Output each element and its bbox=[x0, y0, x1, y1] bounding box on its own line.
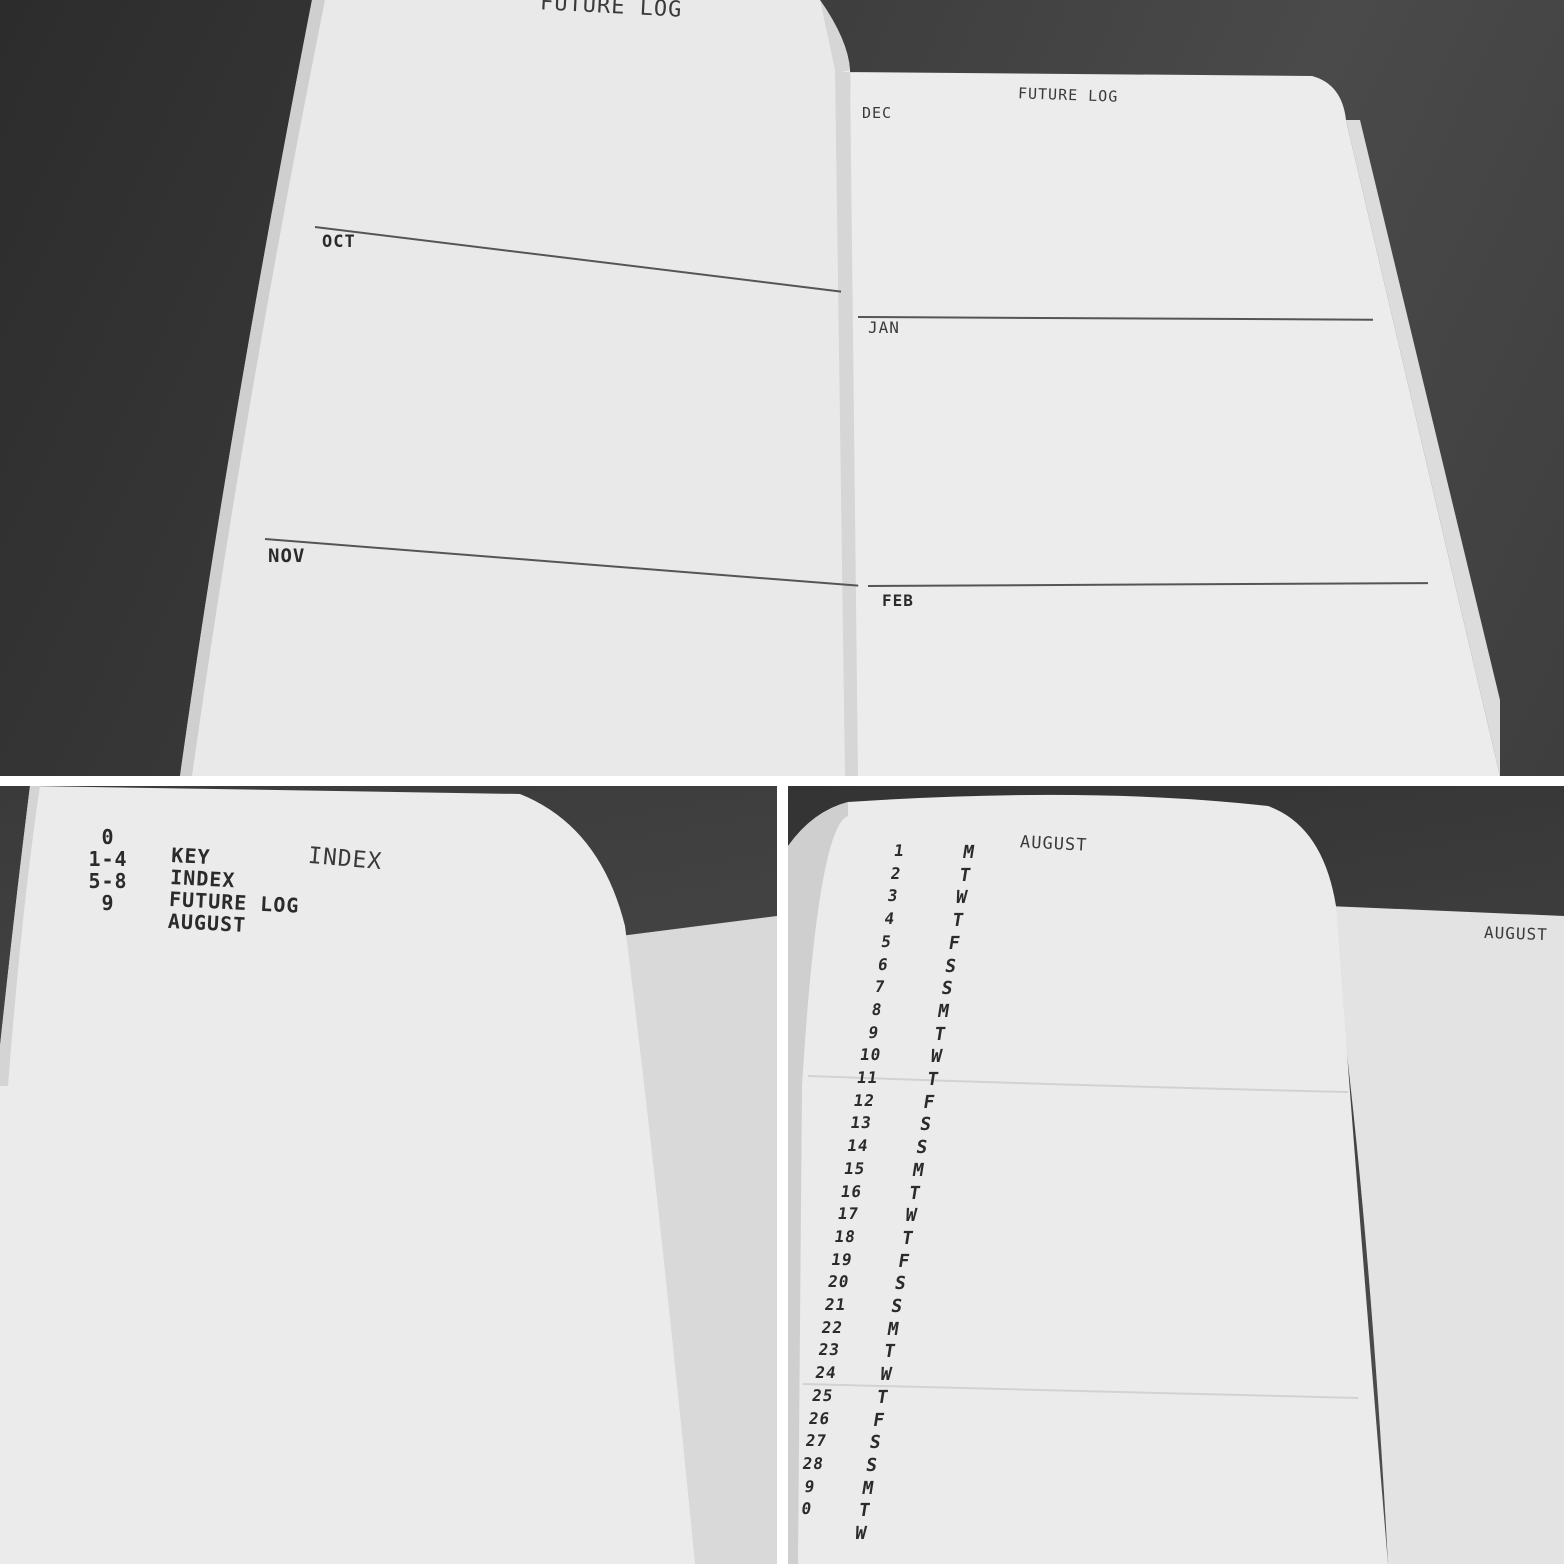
date-number: 2 bbox=[889, 863, 903, 883]
page-number: 9 bbox=[101, 891, 115, 915]
date-number: 10 bbox=[858, 1045, 883, 1065]
weekday-letter: W bbox=[929, 1046, 945, 1068]
date-number: 26 bbox=[807, 1408, 832, 1428]
date-number: 12 bbox=[852, 1090, 877, 1110]
date-number: 25 bbox=[810, 1385, 835, 1405]
page-number: 5-8 bbox=[88, 869, 128, 893]
section-label-oct: OCT bbox=[322, 232, 356, 252]
weekday-letter: M bbox=[860, 1477, 876, 1499]
date-number: 1 bbox=[892, 841, 907, 860]
weekday-letter: M bbox=[936, 1000, 952, 1022]
date-number: 15 bbox=[842, 1158, 867, 1178]
date-number: 23 bbox=[817, 1340, 842, 1360]
weekday-letter: W bbox=[903, 1205, 920, 1227]
date-number: 16 bbox=[839, 1181, 864, 1201]
weekday-letter: T bbox=[857, 1500, 873, 1522]
date-number: 3 bbox=[886, 886, 900, 906]
weekday-letter: S bbox=[864, 1454, 880, 1476]
date-number: 21 bbox=[823, 1295, 848, 1315]
weekday-letter: F bbox=[896, 1250, 912, 1272]
date-number: 28 bbox=[801, 1453, 826, 1473]
weekday-letter: T bbox=[882, 1341, 898, 1363]
weekday-letter: S bbox=[943, 955, 959, 977]
date-number: 9 bbox=[803, 1476, 817, 1496]
date-number: 20 bbox=[826, 1272, 851, 1292]
section-label-dec: DEC bbox=[862, 104, 893, 122]
weekday-letter: S bbox=[867, 1432, 884, 1454]
date-number: 5 bbox=[879, 931, 894, 951]
weekday-letter: F bbox=[871, 1409, 887, 1431]
weekday-letter: M bbox=[885, 1318, 902, 1340]
date-number: 13 bbox=[849, 1113, 874, 1133]
august-left-title: AUGUST bbox=[1019, 832, 1088, 856]
future-log-photo: FUTURE LOG OCT NOV FUTURE LOG DEC JAN FE… bbox=[0, 0, 1564, 776]
weekday-letter: S bbox=[918, 1114, 934, 1136]
weekday-letter: S bbox=[889, 1296, 905, 1318]
weekday-letter: W bbox=[853, 1523, 869, 1545]
weekday-letter: M bbox=[911, 1159, 927, 1181]
notebook-spread-shape bbox=[180, 0, 1500, 776]
page-number: 0 bbox=[101, 825, 115, 849]
weekday-letter: F bbox=[947, 932, 963, 954]
date-number: 14 bbox=[845, 1136, 870, 1156]
weekday-letter: T bbox=[932, 1023, 948, 1045]
august-right-title: AUGUST bbox=[1483, 922, 1549, 945]
date-number: 4 bbox=[883, 909, 897, 929]
date-number: 7 bbox=[873, 977, 887, 997]
date-number: 17 bbox=[836, 1204, 861, 1224]
date-number: 9 bbox=[867, 1022, 881, 1042]
date-number: 27 bbox=[804, 1431, 829, 1451]
section-label-nov: NOV bbox=[268, 545, 306, 567]
right-page-title: FUTURE LOG bbox=[1017, 84, 1119, 106]
index-page-photo: 0 1-4 5-8 9 KEY INDEX FUTURE LOG AUGUST … bbox=[0, 786, 777, 1564]
weekday-letter: T bbox=[900, 1227, 916, 1249]
index-page-number-column: 0 1-4 5-8 9 bbox=[78, 826, 138, 914]
weekday-letter: S bbox=[939, 978, 956, 1000]
weekday-letter: T bbox=[925, 1069, 941, 1091]
date-number: 18 bbox=[833, 1226, 858, 1246]
date-number: 8 bbox=[870, 999, 884, 1019]
index-entry-column: KEY INDEX FUTURE LOG AUGUST bbox=[167, 843, 302, 939]
august-spread-photo: AUGUST AUGUST 1 2 3 4 5 6 7 8 9 10 11 12 13 14 15 16 17 1… bbox=[788, 786, 1564, 1564]
section-label-jan: JAN bbox=[868, 318, 900, 337]
weekday-letter: W bbox=[878, 1364, 894, 1386]
date-number: 22 bbox=[820, 1317, 845, 1337]
weekday-letter: T bbox=[950, 910, 966, 932]
date-number: 11 bbox=[855, 1068, 880, 1088]
weekday-letter: T bbox=[957, 864, 974, 886]
date-number: 24 bbox=[814, 1363, 838, 1383]
weekday-letter: T bbox=[907, 1182, 923, 1204]
weekday-letter: F bbox=[921, 1091, 938, 1113]
weekday-letter: S bbox=[893, 1273, 909, 1295]
section-label-feb: FEB bbox=[882, 591, 914, 610]
date-number: 19 bbox=[829, 1249, 854, 1269]
date-number: 6 bbox=[876, 954, 891, 974]
weekday-letter: T bbox=[875, 1386, 891, 1408]
weekday-letter: S bbox=[914, 1137, 930, 1159]
date-number: 0 bbox=[800, 1499, 814, 1519]
weekday-letter: M bbox=[961, 842, 977, 863]
page-number: 1-4 bbox=[88, 847, 128, 871]
weekday-letter: W bbox=[954, 887, 970, 909]
